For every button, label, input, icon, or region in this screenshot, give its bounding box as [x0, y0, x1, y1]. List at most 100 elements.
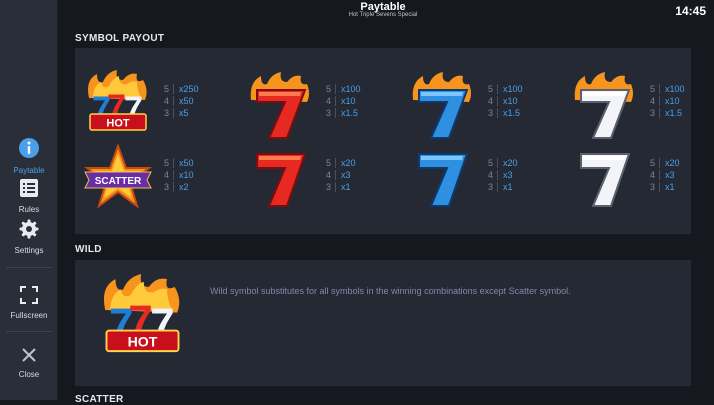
- pay-count: 4: [487, 96, 493, 106]
- pay-row: 4 x3: [485, 169, 518, 181]
- pay-divider: [335, 170, 336, 180]
- pay-count: 5: [487, 158, 493, 168]
- pay-divider: [335, 182, 336, 192]
- sidebar-item-label: Close: [18, 370, 40, 379]
- paytable-entry-scatter: SCATTER 5 x50 4 x10 3 x2: [83, 144, 223, 214]
- pay-divider: [173, 182, 174, 192]
- pay-row: 5 x100: [485, 83, 523, 95]
- pay-divider: [173, 170, 174, 180]
- list-icon: [20, 179, 38, 197]
- wild-hot-777-symbol: 7 7 7 HOT: [103, 274, 180, 353]
- pay-divider: [173, 158, 174, 168]
- pay-count: 5: [487, 84, 493, 94]
- pay-value: x100: [503, 84, 523, 94]
- pay-row: 4 x10: [161, 169, 194, 181]
- pay-list: 5 x250 4 x50 3 x5: [161, 83, 199, 119]
- pay-row: 3 x1: [485, 181, 518, 193]
- paytable-entry-white-seven: 5 x20 4 x3 3 x1: [569, 144, 709, 214]
- pay-count: 3: [325, 108, 331, 118]
- pay-count: 3: [163, 108, 169, 118]
- pay-value: x3: [341, 170, 351, 180]
- pay-divider: [497, 96, 498, 106]
- sidebar-item-label: Paytable: [13, 166, 45, 175]
- pay-value: x1.5: [341, 108, 359, 118]
- gear-icon: [19, 219, 39, 239]
- pay-row: 4 x50: [161, 95, 199, 107]
- pay-count: 5: [649, 158, 655, 168]
- game-name: Hot Triple Sevens Special: [348, 12, 418, 18]
- pay-value: x10: [503, 96, 518, 106]
- pay-count: 5: [325, 158, 331, 168]
- pay-divider: [497, 170, 498, 180]
- pay-list: 5 x100 4 x10 3 x1.5: [485, 83, 523, 119]
- pay-row: 5 x100: [323, 83, 361, 95]
- pay-row: 4 x3: [323, 169, 356, 181]
- fullscreen-icon: [20, 286, 38, 304]
- header: Paytable Hot Triple Sevens Special 14:45: [58, 0, 714, 22]
- pay-count: 3: [649, 108, 655, 118]
- scatter-badge: SCATTER: [95, 176, 142, 187]
- pay-list: 5 x20 4 x3 3 x1: [647, 157, 680, 193]
- pay-row: 4 x10: [323, 95, 361, 107]
- pay-value: x100: [665, 84, 685, 94]
- pay-count: 3: [163, 182, 169, 192]
- pay-divider: [659, 182, 660, 192]
- section-title-symbol-payout: SYMBOL PAYOUT: [75, 33, 165, 44]
- pay-list: 5 x50 4 x10 3 x2: [161, 157, 194, 193]
- scatter-star-symbol: SCATTER: [83, 144, 153, 209]
- pay-row: 3 x1.5: [323, 107, 361, 119]
- pay-divider: [659, 170, 660, 180]
- pay-row: 4 x10: [647, 95, 685, 107]
- blue-seven-fire-symbol: [412, 72, 471, 139]
- paytable-entry-blue-seven-fire: 5 x100 4 x10 3 x1.5: [407, 70, 547, 140]
- pay-row: 5 x50: [161, 157, 194, 169]
- pay-value: x1: [341, 182, 351, 192]
- hot-777-symbol: 7 7 7 HOT: [88, 70, 147, 131]
- sidebar-divider: [6, 267, 52, 268]
- pay-row: 5 x250: [161, 83, 199, 95]
- sidebar-item-settings[interactable]: Settings: [0, 219, 58, 255]
- sidebar-item-paytable[interactable]: Paytable: [0, 137, 58, 175]
- pay-divider: [497, 108, 498, 118]
- pay-count: 3: [649, 182, 655, 192]
- red-seven-fire-symbol: [250, 72, 309, 139]
- pay-row: 3 x2: [161, 181, 194, 193]
- white-seven-symbol: [580, 153, 631, 207]
- pay-divider: [335, 108, 336, 118]
- pay-row: 3 x1.5: [647, 107, 685, 119]
- sidebar-item-label: Settings: [14, 246, 44, 255]
- blue-seven-symbol: [418, 153, 469, 207]
- pay-divider: [173, 84, 174, 94]
- pay-count: 5: [649, 84, 655, 94]
- pay-row: 3 x1: [647, 181, 680, 193]
- pay-value: x20: [665, 158, 680, 168]
- pay-divider: [659, 96, 660, 106]
- pay-count: 4: [649, 170, 655, 180]
- pay-value: x10: [341, 96, 356, 106]
- pay-list: 5 x20 4 x3 3 x1: [323, 157, 356, 193]
- sidebar-item-fullscreen[interactable]: Fullscreen: [0, 286, 58, 320]
- pay-value: x250: [179, 84, 199, 94]
- sidebar-item-rules[interactable]: Rules: [0, 178, 58, 214]
- pay-row: 4 x10: [485, 95, 523, 107]
- pay-row: 5 x100: [647, 83, 685, 95]
- pay-value: x1: [665, 182, 675, 192]
- paytable-entry-red-seven-fire: 5 x100 4 x10 3 x1.5: [245, 70, 385, 140]
- pay-count: 4: [325, 170, 331, 180]
- pay-value: x1.5: [665, 108, 683, 118]
- section-title-wild: WILD: [75, 244, 102, 255]
- wild-panel: 7 7 7 HOT: [75, 260, 691, 386]
- pay-list: 5 x20 4 x3 3 x1: [485, 157, 518, 193]
- pay-value: x1: [503, 182, 513, 192]
- pay-divider: [173, 96, 174, 106]
- pay-value: x5: [179, 108, 189, 118]
- info-icon: [19, 138, 39, 158]
- pay-row: 4 x3: [647, 169, 680, 181]
- sidebar-item-close[interactable]: Close: [0, 347, 58, 379]
- paytable-entry-hot-777: 7 7 7 HOT 5 x250 4 x50 3 x5: [83, 70, 223, 140]
- pay-divider: [659, 84, 660, 94]
- close-icon: [22, 348, 36, 362]
- pay-divider: [497, 182, 498, 192]
- pay-divider: [659, 158, 660, 168]
- pay-row: 5 x20: [323, 157, 356, 169]
